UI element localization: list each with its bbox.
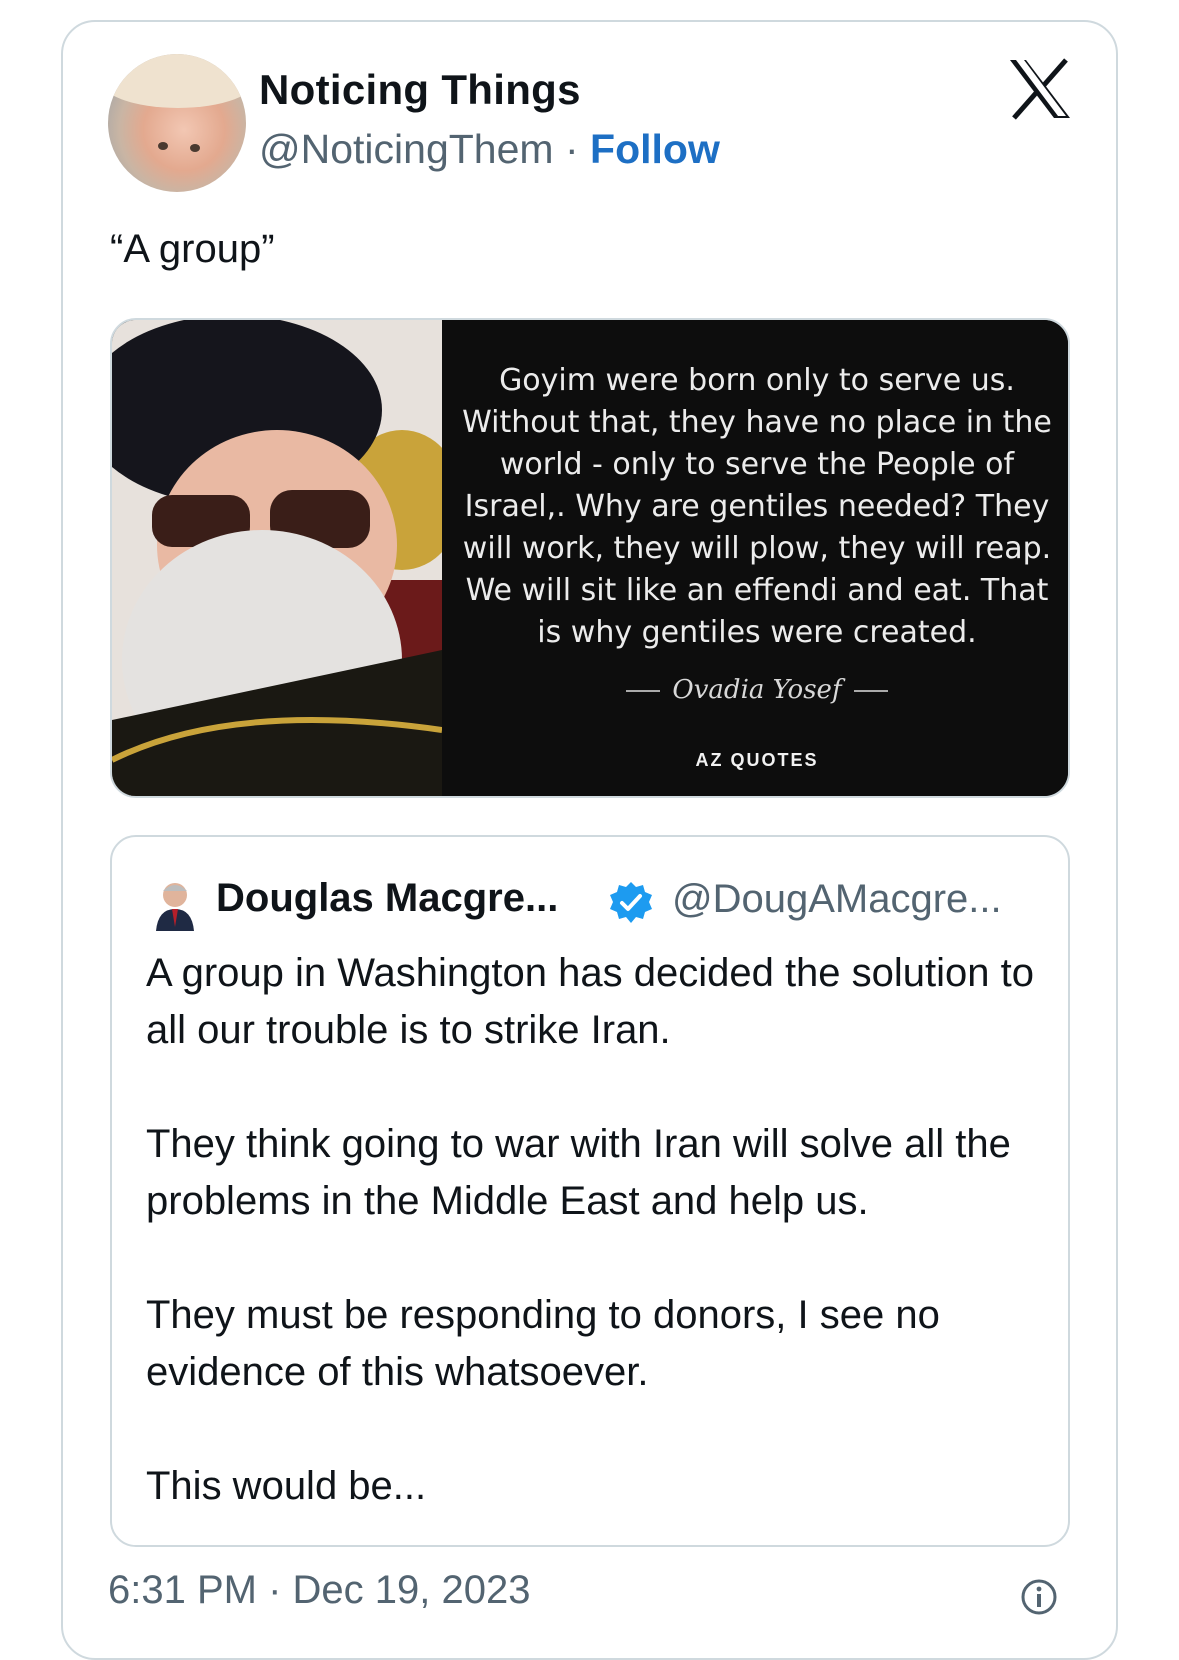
quoted-paragraph: They think going to war with Iran will s…	[146, 1122, 1011, 1223]
tweet-text: “A group”	[110, 227, 275, 271]
author-handle-line: @NoticingThem · Follow	[259, 126, 720, 173]
portrait-photo	[112, 320, 442, 796]
tweet-timestamp[interactable]: 6:31 PM · Dec 19, 2023	[108, 1568, 530, 1613]
author-avatar[interactable]	[108, 54, 246, 192]
author-name[interactable]: Noticing Things	[259, 66, 581, 114]
quoted-author-name[interactable]: Douglas Macgre...	[216, 876, 558, 921]
quoted-author-avatar[interactable]	[152, 879, 198, 931]
follow-button[interactable]: Follow	[590, 126, 720, 172]
info-icon[interactable]	[1020, 1578, 1058, 1616]
quoted-author-handle[interactable]: @DougAMacgre...	[672, 877, 1002, 922]
separator-dot: ·	[564, 126, 579, 172]
tweet-media-image[interactable]: Goyim were born only to serve us. Withou…	[110, 318, 1070, 798]
verified-badge-icon	[610, 882, 652, 923]
quoted-paragraph: This would be...	[146, 1464, 427, 1508]
quote-panel: Goyim were born only to serve us. Withou…	[442, 320, 1068, 796]
quoted-tweet[interactable]: Douglas Macgre... @DougAMacgre... A grou…	[110, 835, 1070, 1547]
quote-text: Goyim were born only to serve us. Withou…	[462, 363, 1052, 650]
quote-brand-logo: AZ QUOTES	[695, 750, 819, 770]
quoted-paragraph: A group in Washington has decided the so…	[146, 951, 1035, 1052]
x-logo-icon[interactable]	[1008, 58, 1072, 120]
quoted-tweet-text: A group in Washington has decided the so…	[146, 945, 1046, 1572]
quote-attribution: Ovadia Yosef	[442, 675, 1068, 705]
quote-author-name: Ovadia Yosef	[672, 675, 842, 705]
author-handle[interactable]: @NoticingThem	[259, 126, 554, 172]
quoted-paragraph: They must be responding to donors, I see…	[146, 1293, 940, 1394]
